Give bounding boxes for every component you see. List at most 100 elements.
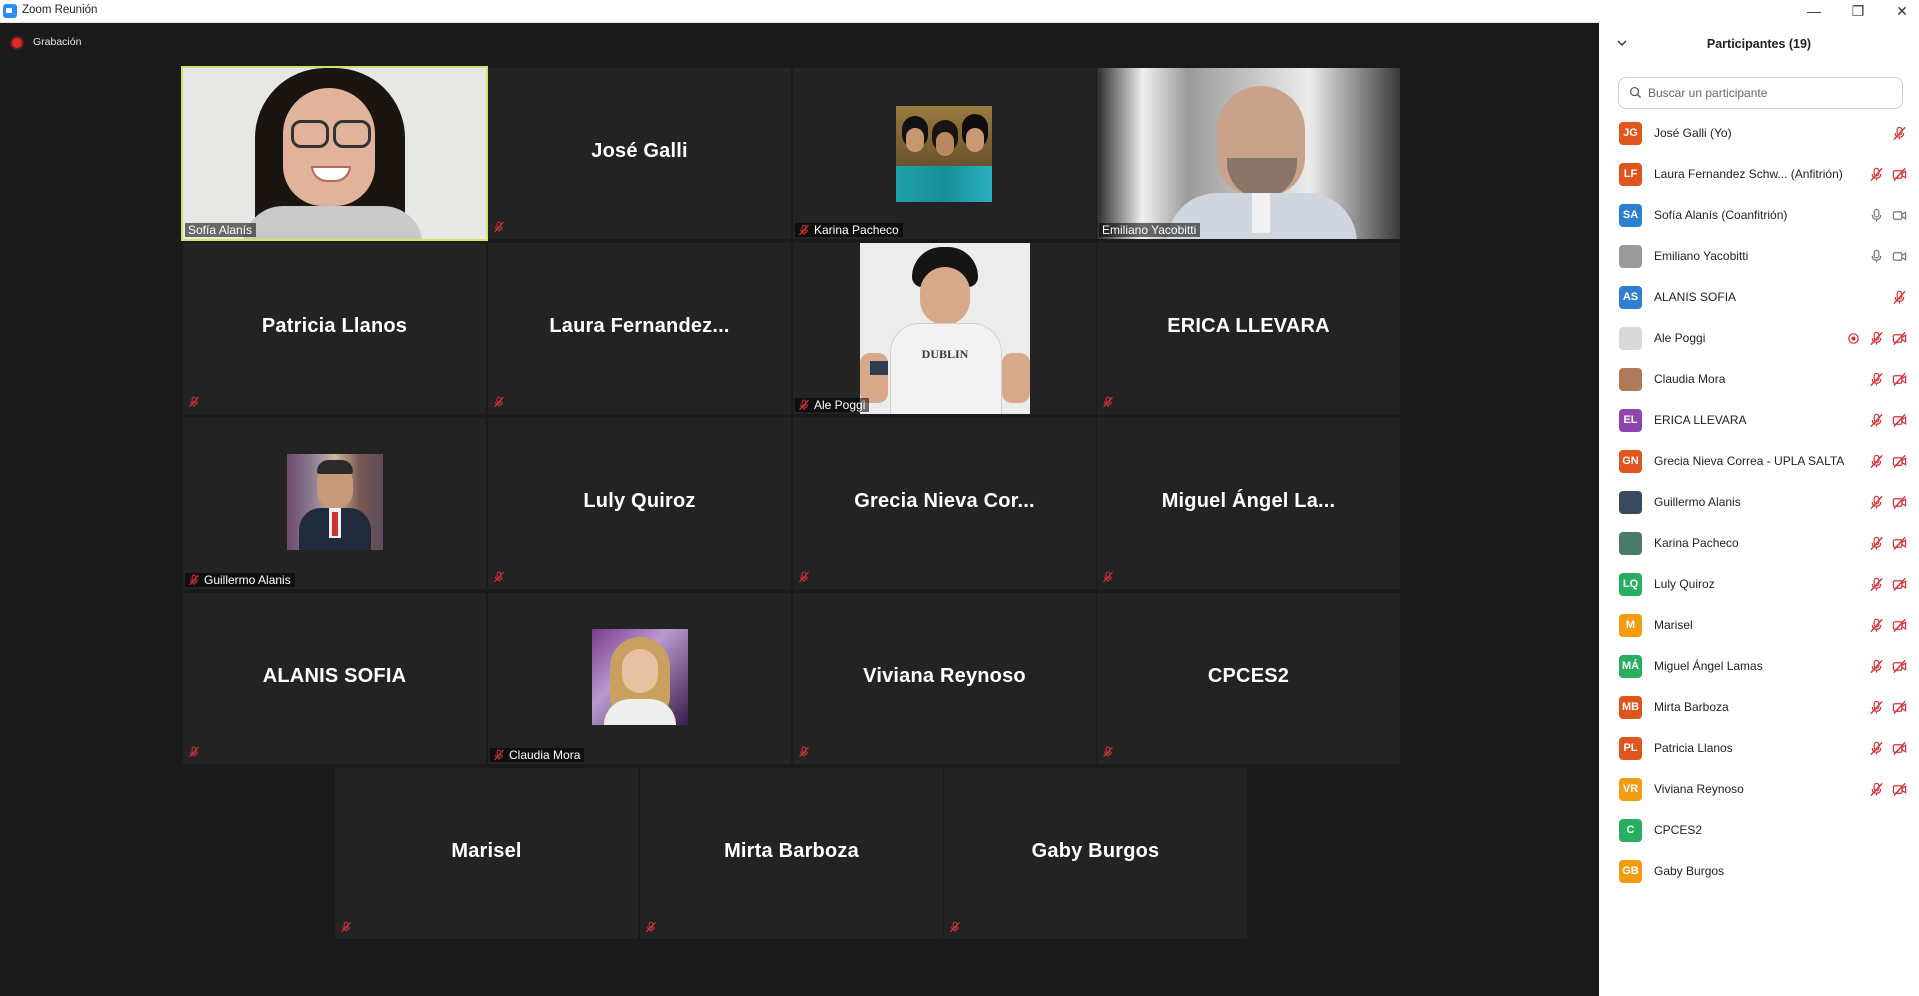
participant-search[interactable] [1618,77,1903,109]
mic-muted-icon [950,921,960,933]
participant-row[interactable]: GN Grecia Nieva Correa - UPLA SALTA [1599,441,1919,482]
video-tile[interactable]: ERICA LLEVARA [1097,243,1400,414]
participant-name: ERICA LLEVARA [1654,413,1747,427]
mic-muted-icon [494,396,504,408]
participant-row[interactable]: Claudia Mora [1599,359,1919,400]
video-tile[interactable]: Viviana Reynoso [793,593,1096,764]
tile-name-tag: Emiliano Yacobitti [1099,223,1201,237]
video-tile[interactable]: Claudia Mora [488,593,791,764]
video-tile[interactable]: Patricia Llanos [183,243,486,414]
participant-avatar: MB [1619,696,1642,719]
participant-status-icons [1869,454,1907,469]
avatar-initials: M [1625,619,1636,631]
tile-display-name: Laura Fernandez... [549,315,730,337]
participant-row[interactable]: AS ALANIS SOFIA [1599,277,1919,318]
participant-row[interactable]: M Marisel [1599,605,1919,646]
restore-icon[interactable]: ❐ [1849,2,1867,20]
video-tile[interactable]: Grecia Nieva Cor... [793,418,1096,589]
video-off-icon [1892,167,1907,182]
video-tile[interactable]: Mirta Barboza [640,768,943,939]
tile-display-name: Marisel [451,840,522,862]
mic-muted-icon [646,921,656,933]
participant-row[interactable]: SA Sofía Alanís (Coanfitrión) [1599,195,1919,236]
mic-icon [1871,249,1882,263]
video-off-icon [1892,454,1907,469]
participant-name: Mirta Barboza [1654,700,1729,714]
participant-name: Marisel [1654,618,1693,632]
participant-row[interactable]: Ale Poggi [1599,318,1919,359]
video-tile[interactable]: Luly Quiroz [488,418,791,589]
close-icon[interactable]: ✕ [1893,2,1911,20]
video-tile[interactable]: José Galli [488,68,791,239]
video-tile[interactable]: Marisel [335,768,638,939]
video-tile[interactable]: Miguel Ángel La... [1097,418,1400,589]
participant-avatar [1619,368,1642,391]
video-off-icon [1892,618,1907,633]
participant-row[interactable]: VR Viviana Reynoso [1599,769,1919,810]
tile-name-tag: Claudia Mora [490,748,585,762]
participant-row[interactable]: GB Gaby Burgos [1599,851,1919,892]
participant-avatar: EL [1619,409,1642,432]
video-tile[interactable]: Sofía Alanís [181,66,488,241]
participant-row[interactable]: LF Laura Fernandez Schw... (Anfitrión) [1599,154,1919,195]
tile-name-tag: Guillermo Alanis [185,573,295,587]
participant-row[interactable]: EL ERICA LLEVARA [1599,400,1919,441]
participant-avatar [1619,532,1642,555]
participant-avatar: AS [1619,286,1642,309]
video-tile[interactable]: DUBLIN Ale Poggi [793,243,1096,414]
video-off-icon [1892,659,1907,674]
video-gallery: Grabación Sofía Alanís José Galli Karina … [0,23,1599,996]
participant-row[interactable]: JG José Galli (Yo) [1599,113,1919,154]
search-icon [1629,86,1642,99]
participant-row[interactable]: MÁ Miguel Ángel Lamas [1599,646,1919,687]
tile-display-name: Gaby Burgos [1031,840,1160,862]
panel-header: Participantes (19) [1599,34,1919,56]
participant-status-icons [1869,495,1907,510]
video-tile[interactable]: CPCES2 [1097,593,1400,764]
participant-row[interactable]: C CPCES2 [1599,810,1919,851]
mic-muted-icon [1870,618,1883,633]
search-input[interactable] [1646,83,1895,103]
video-feed [1097,68,1400,239]
participant-avatar: JG [1619,122,1642,145]
avatar-initials: GN [1622,455,1639,467]
tile-mute-indicator [188,746,201,759]
video-tile[interactable]: Laura Fernandez... [488,243,791,414]
participant-row[interactable]: Emiliano Yacobitti [1599,236,1919,277]
participant-row[interactable]: PL Patricia Llanos [1599,728,1919,769]
tile-mute-indicator [1102,396,1115,409]
participant-status-icons [1869,577,1907,592]
mic-muted-icon [1893,126,1906,141]
participant-row[interactable]: MB Mirta Barboza [1599,687,1919,728]
participant-row[interactable]: Karina Pacheco [1599,523,1919,564]
panel-title: Participantes (19) [1706,37,1812,51]
mic-muted-icon [1870,536,1883,551]
tile-mute-indicator [493,396,506,409]
window-title: Zoom Reunión [22,4,98,16]
tile-display-name: Miguel Ángel La... [1161,490,1336,512]
participant-name: Patricia Llanos [1654,741,1733,755]
video-tile[interactable]: Gaby Burgos [944,768,1247,939]
avatar-initials: LF [1623,168,1638,180]
video-tile[interactable]: Karina Pacheco [793,68,1096,239]
participant-status-icons [1869,741,1907,756]
tile-display-name: Patricia Llanos [261,315,408,337]
participant-row[interactable]: LQ Luly Quiroz [1599,564,1919,605]
tile-name-tag: Ale Poggi [795,398,870,412]
video-tile[interactable]: Emiliano Yacobitti [1097,68,1400,239]
video-tile[interactable]: Guillermo Alanis [183,418,486,589]
video-tile[interactable]: ALANIS SOFIA [183,593,486,764]
mic-muted-icon [799,746,809,758]
participant-avatar: LQ [1619,573,1642,596]
tile-mute-indicator [1102,571,1115,584]
mic-muted-icon [341,921,351,933]
minimize-icon[interactable]: — [1805,2,1823,20]
participant-avatar: C [1619,819,1642,842]
mic-muted-icon [189,396,199,408]
participant-name: Karina Pacheco [1654,536,1739,550]
tile-name-label: Guillermo Alanis [204,573,291,587]
video-off-icon [1892,372,1907,387]
participant-avatar: LF [1619,163,1642,186]
participant-row[interactable]: Guillermo Alanis [1599,482,1919,523]
participant-status-icons [1869,372,1907,387]
